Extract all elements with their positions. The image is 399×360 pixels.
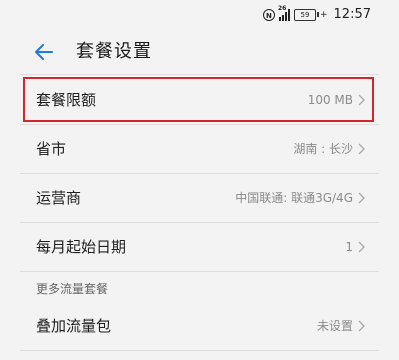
battery-icon: 59 +: [293, 8, 328, 21]
signal-tag: 26: [277, 4, 287, 12]
row-label: 运营商: [36, 189, 82, 207]
status-time: 12:57: [333, 7, 371, 22]
chevron-right-icon: [358, 192, 365, 204]
chevron-right-icon: [358, 320, 365, 332]
row-label: 省市: [36, 140, 67, 158]
row-value: 未设置: [316, 319, 353, 333]
divider: [20, 271, 379, 272]
battery-level: 59: [293, 8, 316, 21]
charging-icon: +: [319, 9, 328, 20]
row-monthly-start-date[interactable]: 每月起始日期 1: [20, 223, 379, 271]
row-value: 中国联通: 联通3G/4G: [235, 191, 353, 205]
row-value: 湖南 : 长沙: [293, 142, 353, 156]
row-addon-data-pack[interactable]: 叠加流量包 未设置: [20, 302, 379, 350]
section-header: 更多流量套餐: [36, 282, 109, 296]
status-icons: N 26 59 + 12:57: [262, 5, 371, 22]
row-value: 1: [345, 240, 353, 254]
row-label: 每月起始日期: [36, 238, 127, 256]
row-value: 100 MB: [307, 93, 353, 107]
row-label: 套餐限额: [36, 91, 97, 109]
row-label: 叠加流量包: [36, 317, 112, 335]
app-header: 套餐设置: [0, 30, 399, 74]
status-bar: N 26 59 + 12:57: [0, 0, 399, 30]
divider: [20, 350, 379, 351]
chevron-right-icon: [358, 241, 365, 253]
row-province-city[interactable]: 省市 湖南 : 长沙: [20, 125, 379, 173]
row-carrier[interactable]: 运营商 中国联通: 联通3G/4G: [20, 174, 379, 222]
chevron-right-icon: [358, 94, 365, 106]
back-arrow-icon[interactable]: [32, 40, 56, 64]
row-package-limit[interactable]: 套餐限额 100 MB: [20, 76, 379, 124]
hd-call-icon: N: [262, 8, 275, 21]
signal-icon: 26: [278, 5, 290, 21]
chevron-right-icon: [358, 143, 365, 155]
divider: [20, 74, 379, 75]
page-title: 套餐设置: [76, 41, 152, 62]
